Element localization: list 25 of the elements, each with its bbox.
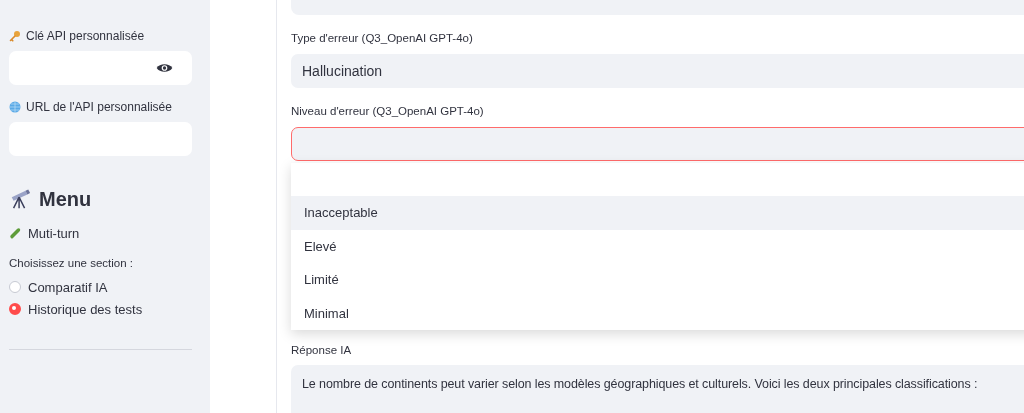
error-level-select[interactable] — [291, 127, 1024, 161]
radio-icon[interactable] — [9, 303, 21, 315]
error-type-select[interactable]: Hallucination — [291, 54, 1024, 88]
field-label: Niveau d'erreur (Q3_OpenAI GPT-4o) — [291, 105, 484, 119]
radio-option[interactable]: Historique des tests — [9, 301, 143, 317]
response-text: Le nombre de continents peut varier selon les modèles géographiques et culturels. Voici les deux principales classifications : — [302, 377, 978, 391]
field-label: Réponse IA — [291, 344, 352, 358]
globe-icon — [9, 101, 21, 113]
telescope-icon — [9, 188, 31, 210]
dropdown-option[interactable]: Elevé — [291, 229, 1024, 263]
cucumber-icon — [9, 227, 21, 239]
dropdown-option[interactable]: Minimal — [291, 296, 1024, 330]
api-key-field[interactable] — [9, 51, 192, 85]
dropdown-option[interactable]: Inacceptable — [291, 196, 1024, 230]
dropdown-option[interactable]: Limité — [291, 263, 1024, 297]
radio-icon[interactable] — [9, 281, 21, 293]
menu-heading: Menu — [39, 187, 92, 211]
field-label: Clé API personnalisée — [26, 29, 145, 43]
radio-group-label: Choisissez une section : — [9, 257, 134, 271]
key-icon — [9, 30, 21, 42]
eye-icon[interactable] — [156, 62, 173, 74]
radio-option[interactable]: Comparatif IA — [9, 279, 108, 295]
field-label: Type d'erreur (Q3_OpenAI GPT-4o) — [291, 32, 473, 46]
field-label: URL de l'API personnalisée — [26, 100, 172, 114]
page-link[interactable]: Muti-turn — [28, 225, 80, 241]
